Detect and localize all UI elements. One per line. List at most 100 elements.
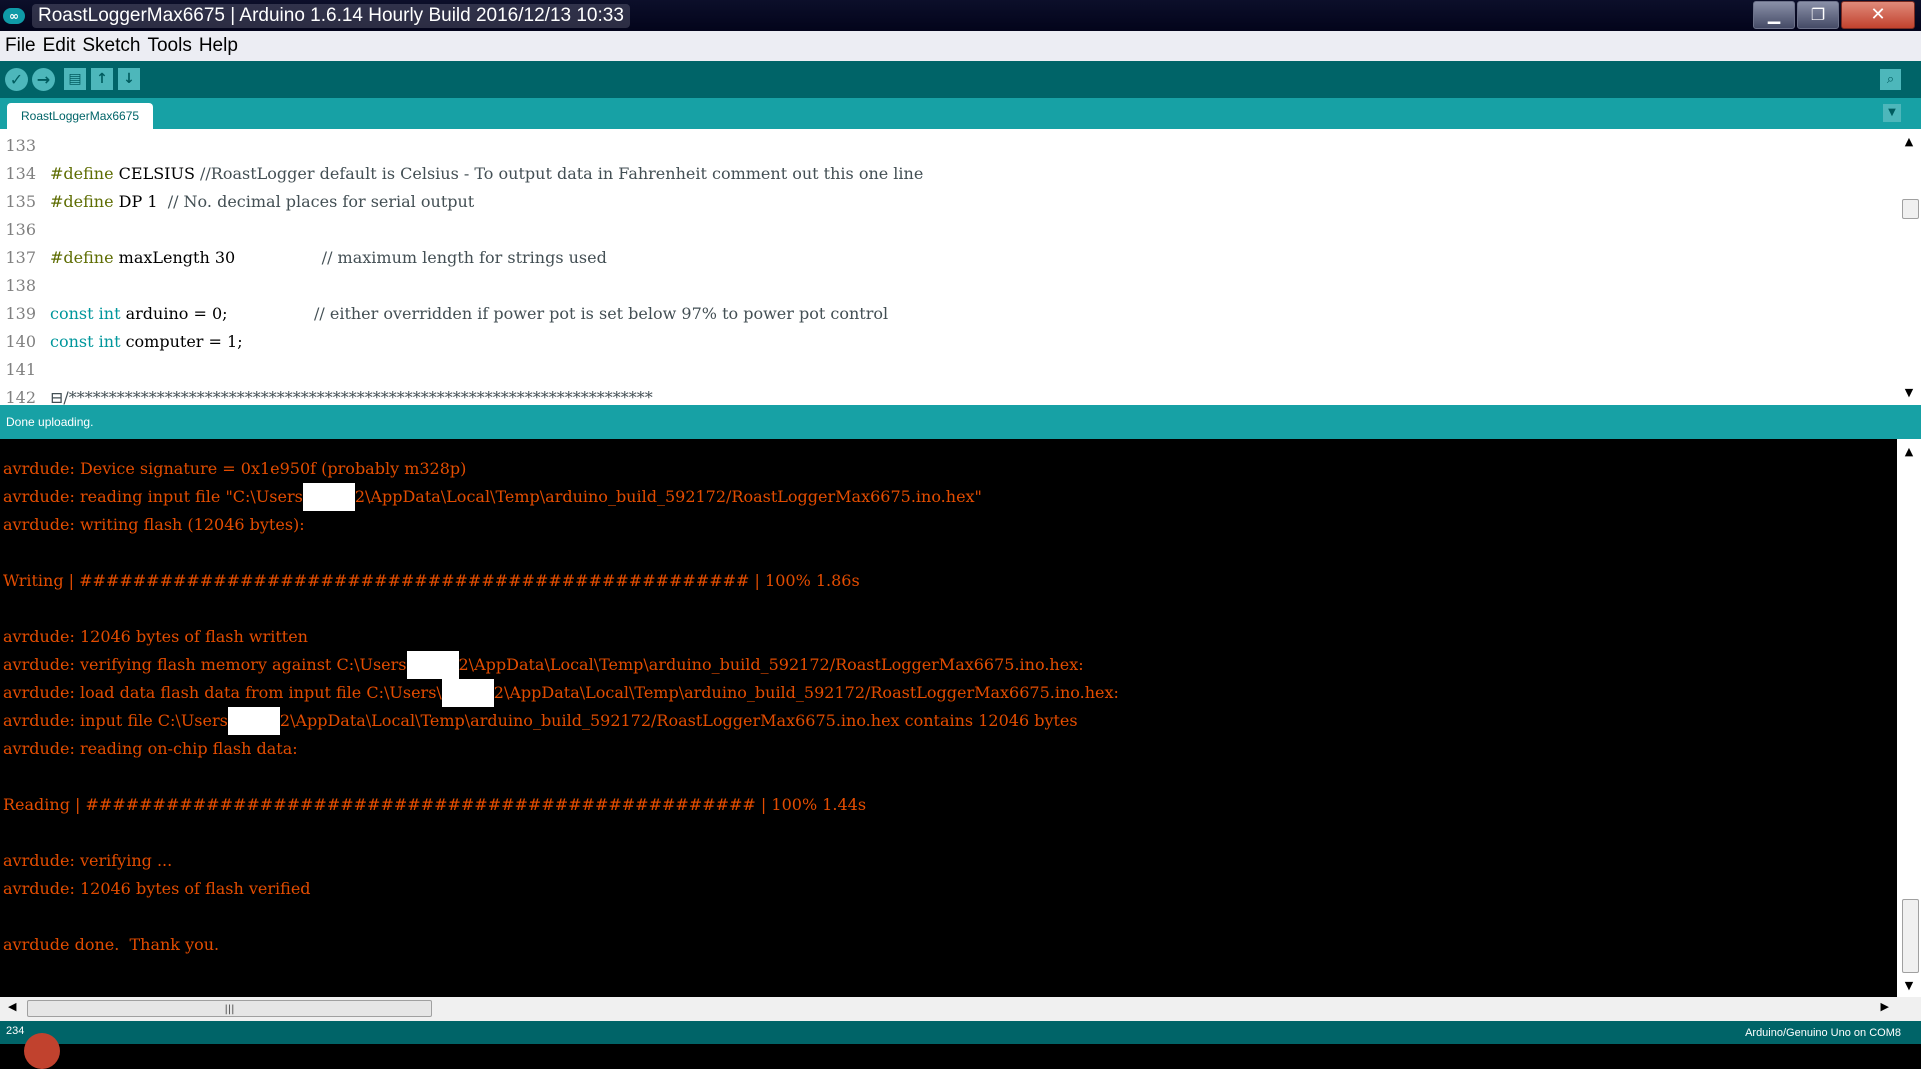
code-line[interactable]: 141	[0, 355, 50, 383]
console-line: avrdude: reading on-chip flash data:	[3, 735, 298, 763]
arduino-logo-icon: ∞	[3, 7, 25, 24]
console-line: avrdude: reading input file "C:\Users 2\A…	[3, 483, 982, 511]
redacted-username	[227, 707, 280, 735]
code-token: maxLength 30	[113, 247, 322, 267]
code-text: const int arduino = 0; // either overrid…	[50, 304, 888, 323]
code-text: #define CELSIUS //RoastLogger default is…	[50, 164, 923, 183]
console-scroll-thumb[interactable]	[1902, 899, 1919, 973]
editor-scroll-thumb[interactable]	[1902, 199, 1919, 219]
code-token: computer = 1;	[120, 331, 243, 351]
code-line[interactable]: 134 #define CELSIUS //RoastLogger default…	[0, 159, 923, 187]
code-token: //RoastLogger default is Celsius - To ou…	[200, 163, 924, 183]
console-text: 2\AppData\Local\Temp\arduino_build_59217…	[279, 711, 1078, 730]
line-number: 234	[6, 1025, 25, 1037]
code-token: // maximum length for strings used	[321, 247, 607, 267]
code-token: #define	[50, 247, 114, 267]
code-editor[interactable]: 133 134 #define CELSIUS //RoastLogger defa…	[0, 129, 1897, 405]
line-number-gutter: 135	[5, 191, 36, 211]
line-number-gutter: 137	[5, 247, 36, 267]
line-number-gutter: 133	[5, 135, 36, 155]
console-line: avrdude: verifying ...	[3, 847, 172, 875]
console-text: avrdude: input file C:\Users	[3, 711, 228, 730]
window-controls: ▁ ❐ ✕	[1751, 1, 1915, 29]
close-button[interactable]: ✕	[1841, 1, 1915, 29]
code-token: ⊟/**************************************…	[50, 387, 653, 406]
code-line[interactable]: 133	[0, 131, 50, 159]
menu-file[interactable]: File	[5, 35, 36, 57]
restore-button[interactable]: ❐	[1797, 1, 1839, 29]
code-line[interactable]: 137 #define maxLength 30 // maximum lengt…	[0, 243, 607, 271]
tab-bar: RoastLoggerMax6675 ▼	[0, 98, 1921, 129]
code-line[interactable]: 135 #define DP 1 // No. decimal places fo…	[0, 187, 474, 215]
minimize-button[interactable]: ▁	[1753, 1, 1795, 29]
code-text: #define DP 1 // No. decimal places for s…	[50, 192, 474, 211]
menu-edit[interactable]: Edit	[43, 35, 76, 57]
code-token: // either overridden if power pot is set…	[313, 303, 889, 323]
editor-scroll-down-icon[interactable]: ▼	[1897, 386, 1921, 399]
verify-icon[interactable]: ✓	[5, 68, 28, 91]
code-line[interactable]: 138	[0, 271, 50, 299]
console-text: avrdude: load data flash data from input…	[3, 683, 442, 702]
menu-bar: File Edit Sketch Tools Help	[0, 31, 1921, 61]
code-token: DP 1	[113, 191, 168, 211]
tab-menu-icon[interactable]: ▼	[1883, 104, 1901, 122]
console-text: avrdude done. Thank you.	[3, 935, 220, 954]
redacted-username	[302, 483, 355, 511]
code-token: const	[50, 331, 94, 351]
console-text: avrdude: verifying flash memory against …	[3, 655, 407, 674]
code-line[interactable]: 136	[0, 215, 50, 243]
console-output[interactable]: avrdude: Device signature = 0x1e950f (pr…	[0, 439, 1897, 997]
code-token: const	[50, 303, 94, 323]
console-line: avrdude: 12046 bytes of flash written	[3, 623, 308, 651]
new-sketch-icon[interactable]: ▤	[64, 68, 86, 90]
code-token: #define	[50, 163, 114, 183]
redacted-username	[441, 679, 494, 707]
console-text: 2\AppData\Local\Temp\arduino_build_59217…	[458, 655, 1084, 674]
console-text: Reading | ##############################…	[3, 795, 867, 814]
editor-scrollbar[interactable]: ▲ ▼	[1897, 129, 1921, 405]
menu-tools[interactable]: Tools	[147, 35, 191, 57]
console-scrollbar[interactable]: ▲ ▼	[1897, 439, 1921, 997]
line-number-gutter: 136	[5, 219, 36, 239]
tab-roastloggermax6675[interactable]: RoastLoggerMax6675	[7, 103, 154, 129]
code-text: const int computer = 1;	[50, 332, 243, 351]
upload-icon[interactable]: →	[32, 68, 55, 91]
console-line: avrdude done. Thank you.	[3, 931, 219, 959]
code-text: #define maxLength 30 // maximum length f…	[50, 248, 607, 267]
console-line: Reading | ##############################…	[3, 791, 866, 819]
serial-monitor-icon[interactable]: ⌕	[1880, 69, 1901, 90]
line-number-gutter: 139	[5, 303, 36, 323]
editor-scroll-up-icon[interactable]: ▲	[1897, 135, 1921, 148]
console-text: Writing | ##############################…	[3, 571, 860, 590]
line-number-gutter: 140	[5, 331, 36, 351]
scrollbar-corner	[1897, 997, 1921, 1021]
console-text: avrdude: 12046 bytes of flash written	[3, 627, 308, 646]
code-line[interactable]: 139 const int arduino = 0; // either over…	[0, 299, 888, 327]
menu-help[interactable]: Help	[199, 35, 238, 57]
menu-sketch[interactable]: Sketch	[82, 35, 140, 57]
redacted-username	[406, 651, 459, 679]
line-number-gutter: 142	[5, 387, 36, 406]
horizontal-scroll-thumb[interactable]: |||	[27, 1000, 432, 1017]
console-line: avrdude: 12046 bytes of flash verified	[3, 875, 311, 903]
console-text: avrdude: verifying ...	[3, 851, 173, 870]
console-horizontal-scrollbar[interactable]: ◀ ||| ▶	[0, 997, 1897, 1021]
open-sketch-icon[interactable]: ↑	[91, 68, 113, 90]
status-message: Done uploading.	[0, 405, 1921, 439]
code-line[interactable]: 142 ⊟/***********************************…	[0, 383, 653, 406]
code-token: int	[98, 331, 121, 351]
scroll-left-icon[interactable]: ◀	[8, 1000, 16, 1013]
code-text: ⊟/**************************************…	[50, 388, 653, 406]
footer-status-bar: 234 Arduino/Genuino Uno on COM8	[0, 1021, 1921, 1069]
save-sketch-icon[interactable]: ↓	[118, 68, 140, 90]
toolbar: ✓ → ▤ ↑ ↓ ⌕	[0, 61, 1921, 98]
line-number-gutter: 141	[5, 359, 36, 379]
console-line: Writing | ##############################…	[3, 567, 860, 595]
code-line[interactable]: 140 const int computer = 1;	[0, 327, 243, 355]
scroll-right-icon[interactable]: ▶	[1881, 1000, 1889, 1013]
console-scroll-up-icon[interactable]: ▲	[1897, 445, 1921, 458]
code-token: CELSIUS	[113, 163, 201, 183]
console-text: avrdude: writing flash (12046 bytes):	[3, 515, 305, 534]
console-scroll-down-icon[interactable]: ▼	[1897, 979, 1921, 992]
console-text: avrdude: 12046 bytes of flash verified	[3, 879, 311, 898]
